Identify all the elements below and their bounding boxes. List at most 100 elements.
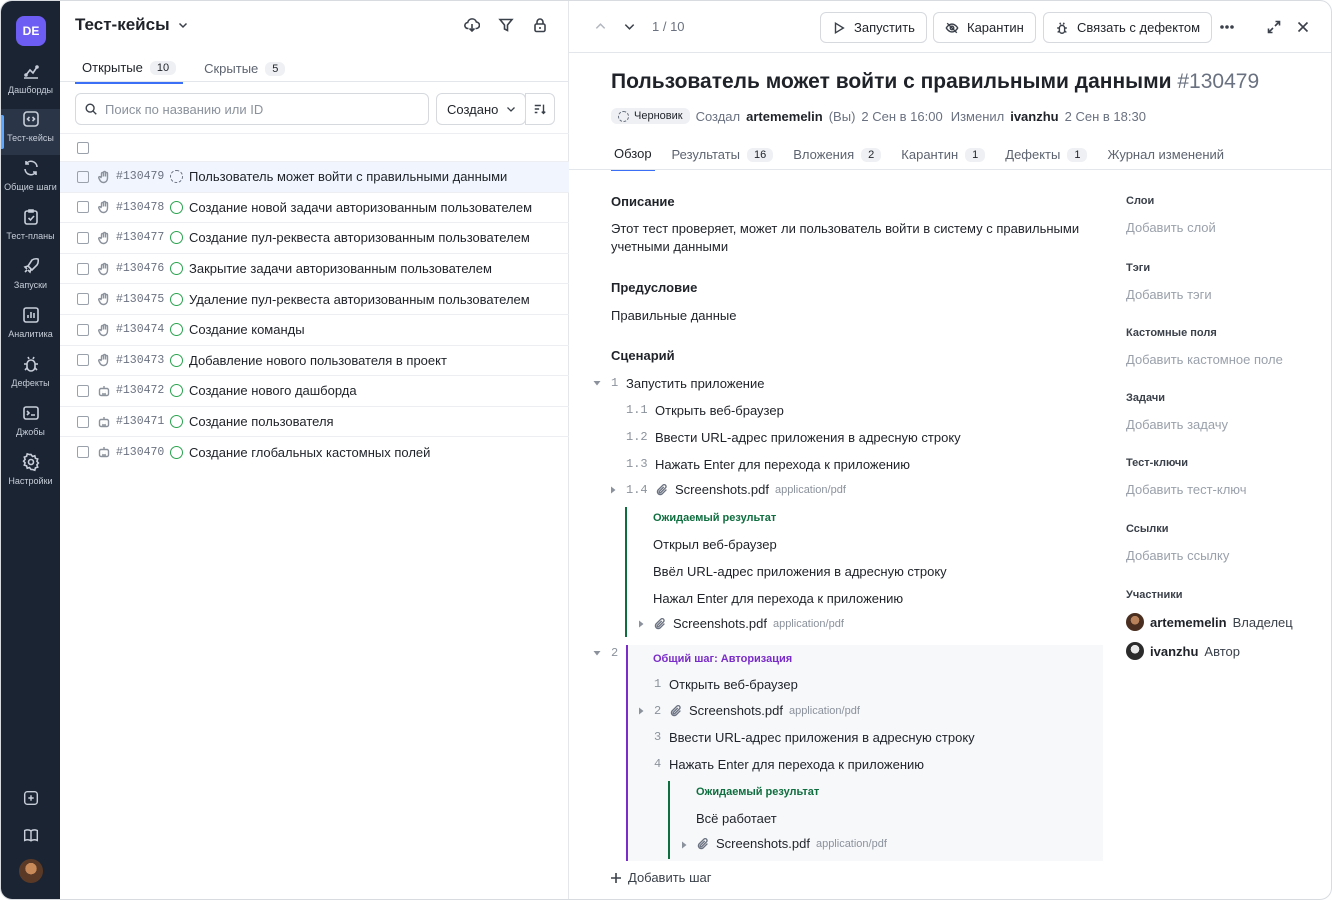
attachment-mime: application/pdf [815, 837, 887, 850]
row-checkbox[interactable] [77, 323, 89, 336]
member-owner[interactable]: artememelin Владелец [1126, 613, 1293, 631]
table-row[interactable]: #130478 Создание новой задачи авторизован… [60, 191, 569, 223]
nav-item-launches[interactable]: Запуски [1, 256, 60, 302]
docs-button[interactable] [1, 826, 60, 844]
table-row[interactable]: #130472 Создание нового дашборда [60, 375, 569, 406]
paperclip-icon [656, 483, 667, 495]
select-all-checkbox[interactable] [77, 141, 89, 154]
hand-icon [98, 323, 109, 336]
expand-triangle-icon[interactable] [637, 707, 645, 715]
tab-label: Открытые [82, 60, 143, 75]
download-cloud-icon[interactable] [464, 17, 480, 33]
expand-triangle-icon[interactable] [609, 486, 617, 494]
search-input[interactable] [105, 101, 405, 117]
expected-result-text[interactable]: Открыл веб-браузер [653, 536, 777, 554]
table-row[interactable]: #130470 Создание глобальных кастомных пол… [60, 436, 569, 467]
property-add-link[interactable]: Добавить ссылку [1126, 548, 1229, 563]
workspace-logo[interactable]: DE [16, 16, 46, 46]
property-add-link[interactable]: Добавить тест-ключ [1126, 482, 1247, 497]
refresh-icon [23, 160, 38, 176]
expand-button[interactable] [1266, 19, 1282, 35]
property-heading: Ссылки [1126, 523, 1169, 535]
add-step-button[interactable]: Добавить шаг [610, 870, 711, 885]
count-badge: 10 [149, 60, 177, 75]
detail-tab[interactable]: Карантин 1 [898, 144, 988, 171]
nav-item-analytics[interactable]: Аналитика [1, 305, 60, 351]
collapse-triangle-icon[interactable] [593, 379, 601, 387]
table-row[interactable]: #130471 Создание пользователя [60, 405, 569, 437]
expected-result-text[interactable]: Нажал Enter для перехода к приложению [653, 590, 903, 608]
row-checkbox[interactable] [77, 170, 89, 183]
detail-tab[interactable]: Обзор [611, 144, 655, 171]
step-text[interactable]: Нажать Enter для перехода к приложению [655, 456, 910, 474]
shared-step-label[interactable]: Общий шаг: Авторизация [653, 653, 792, 665]
user-avatar-button[interactable] [1, 859, 60, 883]
row-checkbox[interactable] [77, 354, 89, 367]
table-row[interactable]: #130476 Закрытие задачи авторизованным по… [60, 252, 569, 284]
row-checkbox[interactable] [77, 415, 89, 428]
expand-triangle-icon[interactable] [637, 620, 645, 628]
table-row[interactable]: #130474 Создание команды [60, 313, 569, 345]
more-button[interactable] [1219, 19, 1235, 35]
table-row[interactable]: #130479 Пользователь может войти с правил… [60, 161, 569, 192]
property-add-link[interactable]: Добавить кастомное поле [1126, 352, 1283, 367]
nav-item-test-plans[interactable]: Тест-планы [1, 207, 60, 253]
detail-tab[interactable]: Журнал изменений [1104, 144, 1227, 171]
modified-by[interactable]: ivanzhu [1010, 109, 1058, 124]
table-row[interactable]: #130477 Создание пул-реквеста авторизован… [60, 222, 569, 253]
paperclip-icon [670, 704, 681, 716]
nav-item-jobs[interactable]: Джобы [1, 403, 60, 449]
row-checkbox[interactable] [77, 201, 89, 214]
expand-triangle-icon[interactable] [680, 841, 688, 849]
quarantine-button[interactable]: Карантин [933, 12, 1036, 43]
detail-tab[interactable]: Результаты 16 [669, 144, 777, 171]
app-window: DE Дашборды Тест-кейсы Общие шаги Тест-п… [0, 0, 1332, 900]
nav-item-dashboards[interactable]: Дашборды [1, 61, 60, 107]
collapse-triangle-icon[interactable] [593, 649, 601, 657]
row-checkbox[interactable] [77, 231, 89, 244]
attachment[interactable]: Screenshots.pdf application/pdf [653, 616, 844, 631]
sort-select[interactable]: Создано [436, 93, 526, 125]
test-case-id: #130470 [116, 445, 165, 459]
row-checkbox[interactable] [77, 293, 89, 306]
member-author[interactable]: ivanzhu Автор [1126, 642, 1240, 660]
nav-item-defects[interactable]: Дефекты [1, 354, 60, 400]
avatar [18, 859, 43, 883]
row-checkbox[interactable] [77, 446, 89, 459]
lock-icon[interactable] [532, 17, 548, 33]
step-text[interactable]: Открыть веб-браузер [655, 402, 784, 420]
step-text[interactable]: Запустить приложение [626, 375, 764, 393]
create-button[interactable] [1, 789, 60, 807]
tab-open[interactable]: Открытые 10 [75, 57, 184, 84]
property-add-link[interactable]: Добавить задачу [1126, 417, 1228, 432]
detail-tab[interactable]: Вложения 2 [790, 144, 884, 171]
row-checkbox[interactable] [77, 384, 89, 397]
list-title-dropdown[interactable]: Тест-кейсы [75, 15, 188, 35]
expected-result-text[interactable]: Ввёл URL-адрес приложения в адресную стр… [653, 563, 947, 581]
created-by[interactable]: artememelin [746, 109, 823, 124]
close-button[interactable] [1295, 19, 1311, 35]
table-row[interactable]: #130473 Добавление нового пользователя в … [60, 344, 569, 376]
step-text[interactable]: Ввести URL-адрес приложения в адресную с… [655, 429, 961, 447]
run-button[interactable]: Запустить [820, 12, 927, 43]
table-row[interactable]: #130475 Удаление пул-реквеста авторизован… [60, 283, 569, 314]
attachment[interactable]: Screenshots.pdf application/pdf [669, 703, 860, 718]
test-case-title: Создание команды [189, 322, 305, 338]
sort-direction-button[interactable] [525, 93, 555, 125]
nav-item-test-cases[interactable]: Тест-кейсы [1, 109, 60, 155]
nav-item-shared-steps[interactable]: Общие шаги [1, 158, 60, 204]
attachment[interactable]: Screenshots.pdf application/pdf [655, 482, 846, 497]
robot-icon [98, 416, 110, 427]
filter-icon[interactable] [498, 17, 514, 33]
chevron-down-icon[interactable] [623, 20, 636, 33]
chevron-up-icon[interactable] [594, 20, 607, 33]
attachment[interactable]: Screenshots.pdf application/pdf [696, 836, 887, 851]
detail-tab[interactable]: Дефекты 1 [1002, 144, 1090, 171]
status-badge[interactable]: Черновик [611, 108, 690, 124]
row-checkbox[interactable] [77, 262, 89, 275]
property-add-link[interactable]: Добавить тэги [1126, 287, 1212, 302]
tab-hidden[interactable]: Скрытые 5 [197, 57, 292, 84]
nav-item-settings[interactable]: Настройки [1, 452, 60, 498]
property-add-link[interactable]: Добавить слой [1126, 220, 1216, 235]
link-defect-button[interactable]: Связать с дефектом [1043, 12, 1213, 43]
